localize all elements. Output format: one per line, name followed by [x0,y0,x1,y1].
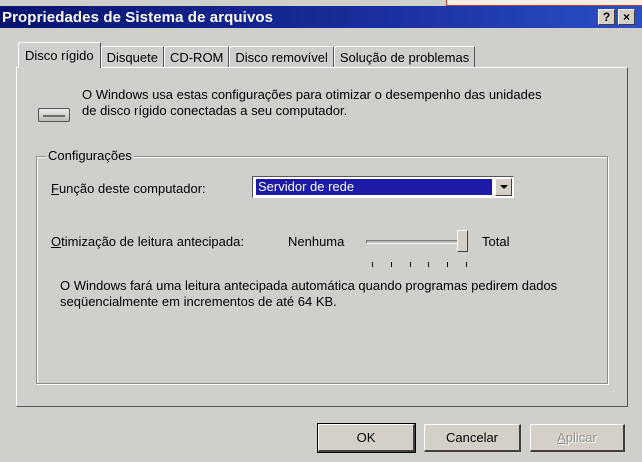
tab-label: Disco rígido [25,48,94,63]
ok-button[interactable]: OK [317,423,416,453]
window-title: Propriedades de Sistema de arquivos [2,8,274,26]
tab-disquete[interactable]: Disquete [100,46,164,68]
tab-cd-rom[interactable]: CD-ROM [163,46,230,68]
tab-disco-removivel[interactable]: Disco removível [229,46,334,68]
help-button[interactable]: ? [598,9,615,25]
ok-button-label: OK [356,430,376,445]
apply-label-accel: A [557,430,566,445]
tab-label: CD-ROM [169,50,224,65]
tab-strip: Disco rígido Disquete CD-ROM Disco remov… [18,42,476,68]
apply-button-label: Aplicar [557,430,597,445]
tab-label: Disco removível [235,50,328,65]
close-icon: × [622,10,630,24]
tab-disco-rigido[interactable]: Disco rígido [18,42,101,68]
cancel-button-label: Cancelar [445,430,499,445]
tab-solucao-de-problemas[interactable]: Solução de problemas [333,46,476,68]
apply-label-text: plicar [565,430,597,445]
tab-panel [16,67,628,407]
properties-window: Propriedades de Sistema de arquivos ? × … [0,0,642,462]
apply-button[interactable]: Aplicar [530,424,625,452]
cancel-button[interactable]: Cancelar [424,424,521,452]
title-bar[interactable]: Propriedades de Sistema de arquivos ? × [0,6,642,28]
tab-label: Disquete [106,50,158,65]
tab-label: Solução de problemas [339,50,470,65]
help-icon: ? [602,10,611,24]
close-button[interactable]: × [618,9,635,25]
